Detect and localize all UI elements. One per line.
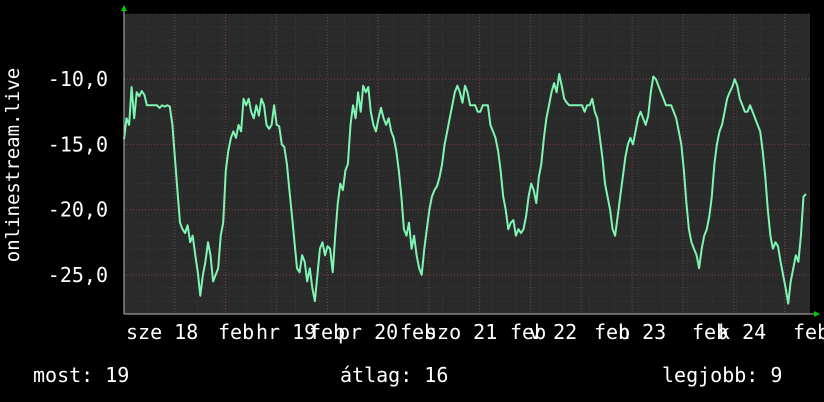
x-tick-label: feb xyxy=(218,320,254,344)
x-axis-arrow xyxy=(814,311,820,317)
stat-best: legjobb: 9 xyxy=(662,363,783,387)
chart-root: -10,0 -15,0 -20,0 -25,0 sze 18 feb hr 19 feb pr… xyxy=(0,0,824,402)
y-tick-label: -20,0 xyxy=(48,198,108,222)
x-tick-label: k 24 xyxy=(718,320,766,344)
y-tick-labels: -10,0 -15,0 -20,0 -25,0 xyxy=(48,67,108,287)
x-tick-label: feb xyxy=(793,320,824,344)
x-tick-label: hr 19 xyxy=(256,320,316,344)
y-tick-label: -10,0 xyxy=(48,67,108,91)
y-axis-label: onlinestream.live xyxy=(2,68,24,262)
stat-average: átlag: 16 xyxy=(340,363,449,387)
stat-current: most: 19 xyxy=(33,363,130,387)
x-tick-label: szo 21 xyxy=(425,320,497,344)
y-tick-label: -15,0 xyxy=(48,132,108,156)
y-tick-label: -25,0 xyxy=(48,263,108,287)
y-axis-arrow xyxy=(121,5,127,11)
line-chart: -10,0-15,0-20,0-25,0 sze 18 feb hr 19febpr… xyxy=(2,5,824,344)
x-tick-label: h 23 xyxy=(618,320,666,344)
x-tick-label: pr 20 xyxy=(338,320,398,344)
x-tick-labels: sze 18 feb hr 19febpr 20 febszo 21 febv 22 fe… xyxy=(126,320,824,344)
x-tick-label: sze 18 xyxy=(126,320,198,344)
x-tick-label: v 22 xyxy=(529,320,577,344)
